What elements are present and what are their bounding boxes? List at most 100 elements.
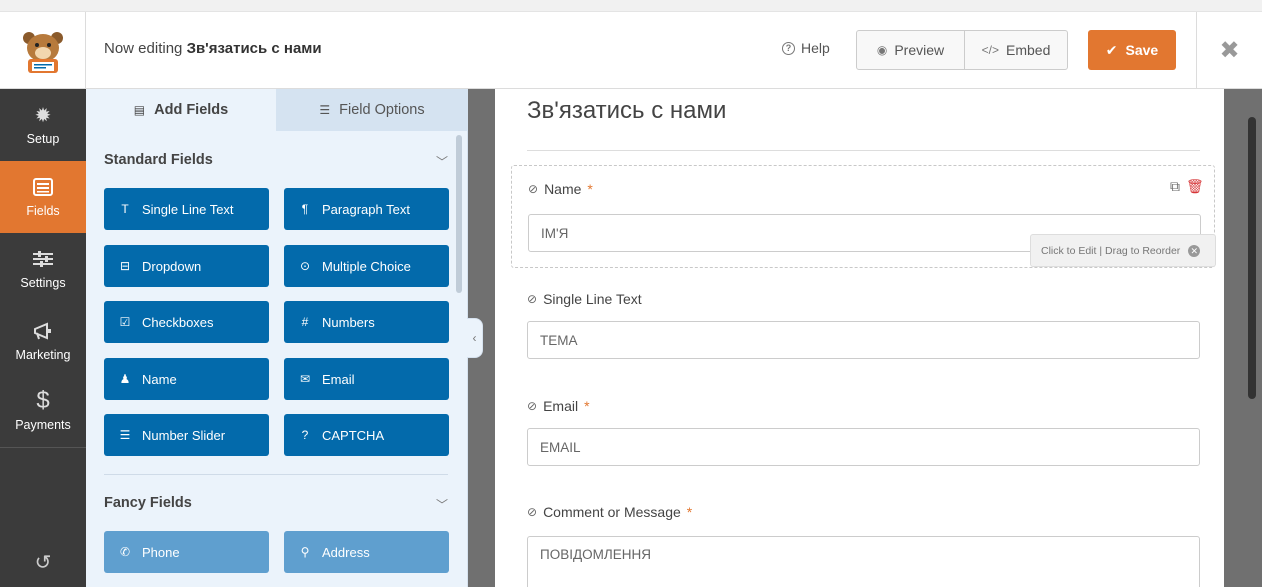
field-label: ⊘ Email * <box>527 398 590 414</box>
standard-fields-title[interactable]: Standard Fields <box>104 152 213 168</box>
field-button-name[interactable]: ♟ Name <box>104 358 269 400</box>
tab-field-options[interactable]: ☰ Field Options <box>276 89 468 131</box>
eye-slash-icon: ⊘ <box>528 182 539 196</box>
section-divider <box>104 474 448 475</box>
sidebar-item-label: Fields <box>26 204 60 218</box>
form-field-email[interactable]: ⊘ Email * EMAIL <box>511 392 1215 472</box>
field-button-dropdown[interactable]: ⊟ Dropdown <box>104 245 269 287</box>
field-button-single-line-text[interactable]: T Single Line Text <box>104 188 269 230</box>
builder-sidebar: ✹ Setup Fields Settings Marketing $ Paym… <box>0 89 86 587</box>
field-input[interactable]: ТЕМА <box>527 321 1200 359</box>
gear-icon: ✹ <box>34 104 52 127</box>
eye-slash-icon: ⊘ <box>527 399 538 413</box>
sliders-icon: ☰ <box>119 428 131 442</box>
preview-label: Preview <box>894 42 945 58</box>
field-button-multiple-choice[interactable]: ⊙ Multiple Choice <box>284 245 449 287</box>
required-marker: * <box>686 504 693 520</box>
chevron-down-icon[interactable]: ﹀ <box>436 496 448 513</box>
window-top-strip <box>0 0 1262 12</box>
field-button-label: Name <box>142 371 177 387</box>
field-input[interactable]: EMAIL <box>527 428 1200 466</box>
duplicate-icon[interactable]: ⧉ <box>1170 178 1180 195</box>
checkmark-icon: ✔ <box>1105 41 1118 58</box>
field-textarea[interactable]: ПОВІДОМЛЕННЯ <box>527 536 1200 587</box>
field-button-label: Multiple Choice <box>322 258 411 274</box>
phone-icon: ✆ <box>119 545 131 559</box>
field-button-phone[interactable]: ✆ Phone <box>104 531 269 573</box>
field-button-paragraph-text[interactable]: ¶ Paragraph Text <box>284 188 449 230</box>
input-placeholder: ПОВІДОМЛЕННЯ <box>540 547 651 562</box>
form-field-comment-or-message[interactable]: ⊘ Comment or Message * ПОВІДОМЛЕННЯ <box>511 502 1215 587</box>
checkbox-icon: ☑ <box>119 315 131 329</box>
radio-icon: ⊙ <box>299 259 311 273</box>
field-label-text: Name <box>544 181 582 197</box>
preview-scrollbar[interactable] <box>1248 117 1256 399</box>
embed-label: Embed <box>1006 42 1051 58</box>
collapse-panel-button[interactable]: ‹ <box>467 318 483 358</box>
field-button-label: Address <box>322 544 370 560</box>
chevron-left-icon: ‹ <box>472 331 477 345</box>
field-label-text: Email <box>543 398 579 414</box>
list-icon: ▤ <box>133 103 146 117</box>
panel-scrollbar[interactable] <box>456 135 462 293</box>
field-button-numbers[interactable]: # Numbers <box>284 301 449 343</box>
field-button-number-slider[interactable]: ☰ Number Slider <box>104 414 269 456</box>
title-divider <box>527 150 1200 151</box>
sidebar-item-payments[interactable]: $ Payments <box>0 375 86 447</box>
megaphone-icon <box>32 320 54 342</box>
save-button[interactable]: ✔ Save <box>1088 30 1176 70</box>
preview-button[interactable]: ◉ Preview <box>857 31 965 69</box>
help-label: Help <box>801 40 830 56</box>
field-actions: ⧉ 🗑 <box>1170 178 1204 195</box>
fields-panel: ▤ Add Fields ☰ Field Options Standard Fi… <box>86 89 468 587</box>
field-button-label: Dropdown <box>142 258 202 274</box>
panel-tabs: ▤ Add Fields ☰ Field Options <box>86 89 468 131</box>
field-label-text: Single Line Text <box>543 291 642 307</box>
chevron-down-icon[interactable]: ﹀ <box>436 153 448 170</box>
form-preview-area: Зв'язатись с нами ⊘ Name * ⧉ 🗑 ІМ'Я Clic… <box>468 89 1262 587</box>
sidebar-item-setup[interactable]: ✹ Setup <box>0 89 86 161</box>
fields-icon <box>32 176 54 198</box>
sidebar-item-label: Setup <box>26 132 60 146</box>
sidebar-item-label: Payments <box>15 418 71 432</box>
form-preview: Зв'язатись с нами ⊘ Name * ⧉ 🗑 ІМ'Я Clic… <box>495 89 1224 587</box>
preview-embed-group: ◉ Preview </> Embed <box>856 30 1068 70</box>
field-button-address[interactable]: ⚲ Address <box>284 531 449 573</box>
close-icon: ✖ <box>1219 37 1240 64</box>
close-hint-icon[interactable]: ✕ <box>1188 244 1201 257</box>
user-icon: ♟ <box>119 372 131 386</box>
input-placeholder: EMAIL <box>540 439 581 455</box>
form-field-single-line-text[interactable]: ⊘ Single Line Text ТЕМА <box>511 285 1215 365</box>
field-button-captcha[interactable]: ? CAPTCHA <box>284 414 449 456</box>
help-button[interactable]: ? Help <box>782 40 830 56</box>
field-button-label: Checkboxes <box>142 314 214 330</box>
envelope-icon: ✉ <box>299 372 311 386</box>
builder-toolbar: Now editing Зв'язатись с нами ? Help ◉ P… <box>0 12 1262 89</box>
field-label: ⊘ Name * <box>528 181 593 197</box>
history-icon: ↺ <box>34 551 52 574</box>
close-builder-button[interactable]: ✖ <box>1196 12 1262 89</box>
embed-button[interactable]: </> Embed <box>965 31 1067 69</box>
field-button-checkboxes[interactable]: ☑ Checkboxes <box>104 301 269 343</box>
sidebar-item-fields[interactable]: Fields <box>0 161 86 233</box>
tab-add-fields[interactable]: ▤ Add Fields <box>86 89 276 131</box>
save-label: Save <box>1125 42 1159 58</box>
question-icon: ? <box>301 428 309 442</box>
form-name: Зв'язатись с нами <box>186 40 322 57</box>
revisions-button[interactable]: ↺ <box>0 537 86 587</box>
field-button-label: Phone <box>142 544 180 560</box>
field-button-label: CAPTCHA <box>322 427 385 443</box>
eye-slash-icon: ⊘ <box>527 292 538 306</box>
fancy-fields-title[interactable]: Fancy Fields <box>104 495 192 511</box>
paragraph-icon: ¶ <box>301 202 309 216</box>
required-marker: * <box>587 181 593 197</box>
tab-label: Add Fields <box>154 102 229 118</box>
field-button-email[interactable]: ✉ Email <box>284 358 449 400</box>
trash-icon[interactable]: 🗑 <box>1186 178 1204 195</box>
sidebar-item-settings[interactable]: Settings <box>0 233 86 305</box>
input-placeholder: ТЕМА <box>540 332 578 348</box>
text-icon: T <box>121 202 129 216</box>
form-field-name[interactable]: ⊘ Name * ⧉ 🗑 ІМ'Я Click to Edit | Drag t… <box>511 165 1216 268</box>
sidebar-item-marketing[interactable]: Marketing <box>0 305 86 377</box>
bear-mascot-icon <box>22 31 63 73</box>
